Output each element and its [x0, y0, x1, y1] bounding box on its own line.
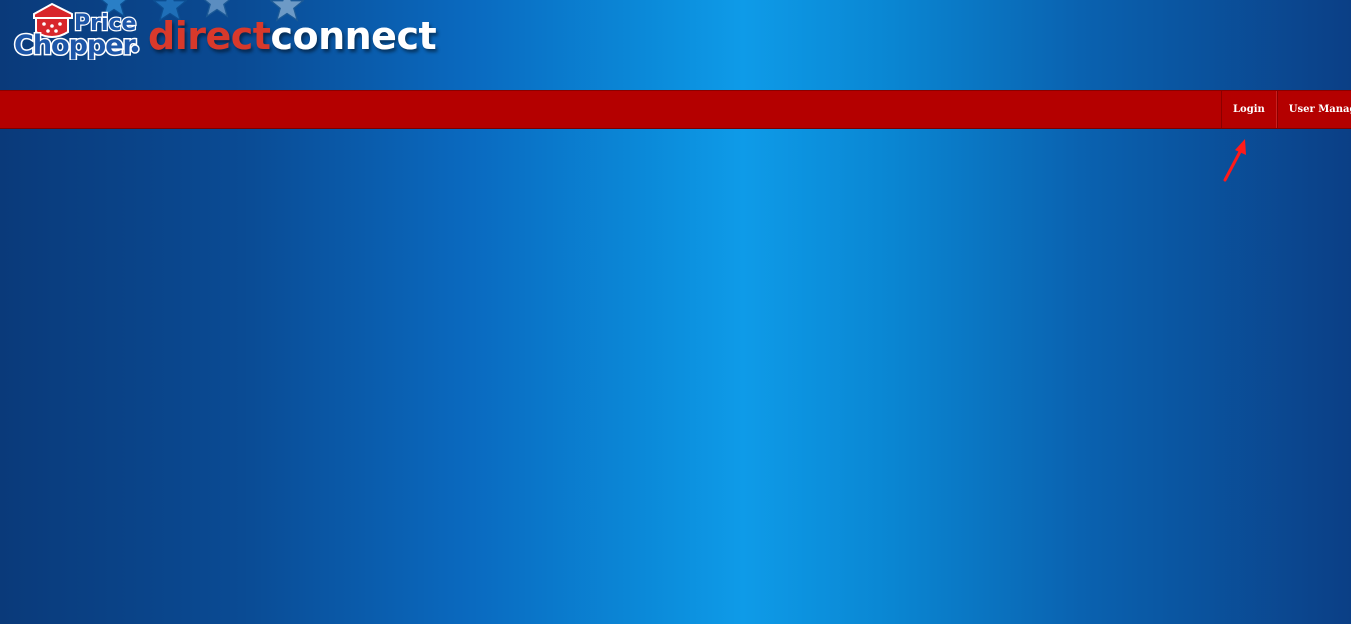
nav-menu: Login User Managemen	[1221, 91, 1351, 128]
nav-item-user-management[interactable]: User Managemen	[1276, 91, 1351, 128]
main-nav-bar: Login User Managemen	[0, 90, 1351, 129]
red-arrow-icon	[1218, 136, 1250, 184]
title-connect: connect	[270, 14, 437, 58]
nav-item-login[interactable]: Login	[1221, 91, 1277, 128]
title-direct: direct	[148, 14, 271, 58]
site-header: Price Chopper directconnect	[0, 0, 1351, 90]
price-chopper-logo[interactable]: Price Chopper	[12, 2, 142, 60]
svg-text:Chopper: Chopper	[14, 30, 137, 60]
direct-connect-title: directconnect	[148, 14, 437, 58]
